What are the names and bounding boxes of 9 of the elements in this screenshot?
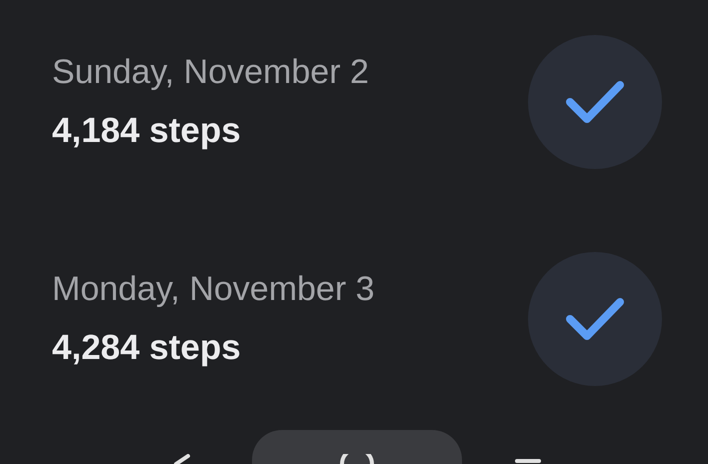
back-icon[interactable] (172, 454, 192, 464)
step-count: 4,284 steps (52, 329, 242, 367)
day-date: Sunday, November 2 (52, 54, 369, 90)
checkmark-icon (566, 80, 624, 124)
checkmark-icon (566, 297, 624, 341)
home-icon (339, 454, 375, 464)
day-date: Monday, November 3 (52, 271, 375, 307)
step-count: 4,184 steps (52, 112, 242, 150)
menu-icon[interactable] (514, 458, 542, 464)
